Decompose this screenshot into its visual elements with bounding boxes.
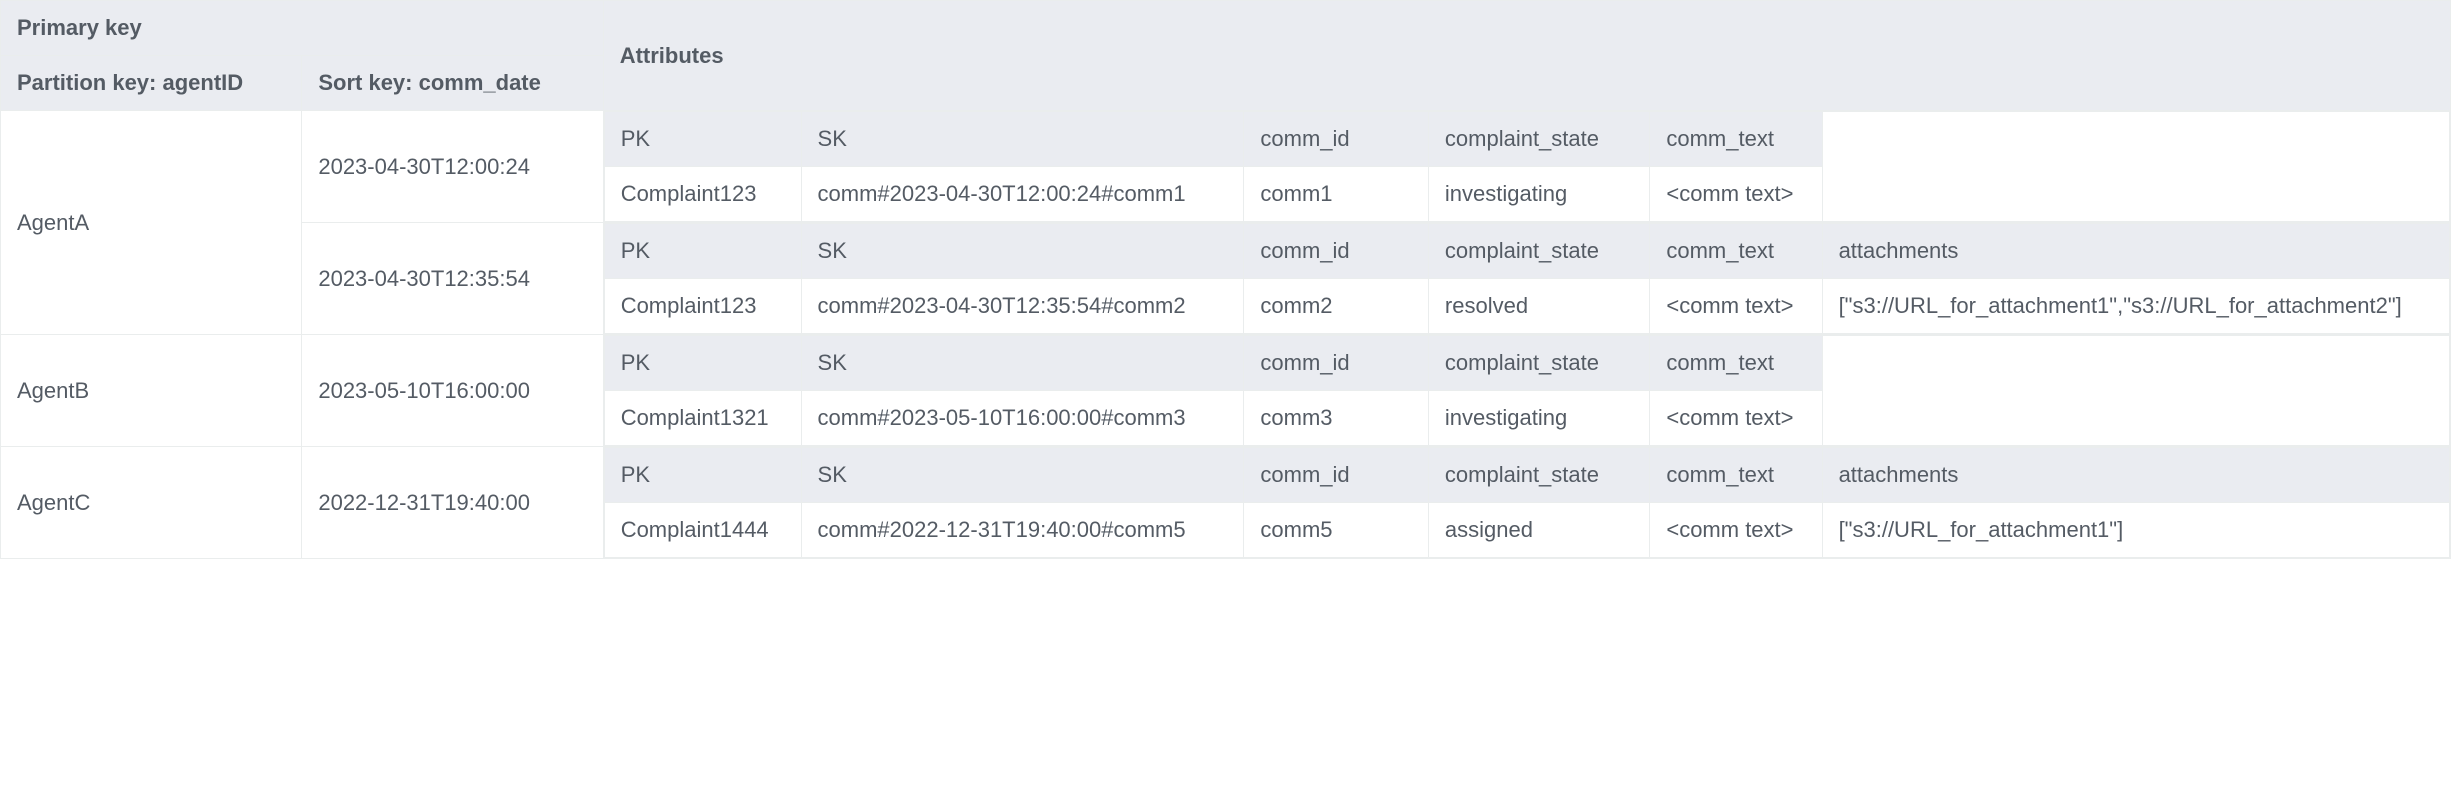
complaint-state-header: complaint_state — [1428, 224, 1649, 279]
attributes-cell: PKSKcomm_idcomplaint_statecomm_textCompl… — [603, 335, 2450, 447]
complaint-state-value: investigating — [1428, 391, 1649, 446]
table-row: AgentC2022-12-31T19:40:00PKSKcomm_idcomp… — [1, 447, 2451, 559]
pk-value: Complaint1321 — [604, 391, 801, 446]
inner-table: PKSKcomm_idcomplaint_statecomm_textCompl… — [604, 111, 2450, 222]
comm-id-value: comm2 — [1244, 279, 1429, 334]
attachments-header: attachments — [1822, 224, 2449, 279]
comm-id-header: comm_id — [1244, 224, 1429, 279]
attachments-header: attachments — [1822, 448, 2449, 503]
complaint-state-value: investigating — [1428, 167, 1649, 222]
comm-text-header: comm_text — [1650, 448, 1822, 503]
attachments-value: ["s3://URL_for_attachment1"] — [1822, 503, 2449, 558]
comm-id-header: comm_id — [1244, 112, 1429, 167]
inner-header-row: PKSKcomm_idcomplaint_statecomm_text — [604, 112, 2449, 167]
inner-data-row: Complaint123comm#2023-04-30T12:35:54#com… — [604, 279, 2449, 334]
header-row-1: Primary key Attributes — [1, 1, 2451, 56]
comm-date-cell: 2023-04-30T12:35:54 — [302, 223, 603, 335]
sk-value: comm#2023-04-30T12:35:54#comm2 — [801, 279, 1244, 334]
sk-value: comm#2023-04-30T12:00:24#comm1 — [801, 167, 1244, 222]
comm-id-value: comm5 — [1244, 503, 1429, 558]
attachments-value: ["s3://URL_for_attachment1","s3://URL_fo… — [1822, 279, 2449, 334]
complaint-state-header: complaint_state — [1428, 336, 1649, 391]
pk-value: Complaint123 — [604, 167, 801, 222]
comm-text-header: comm_text — [1650, 336, 1822, 391]
sk-header: SK — [801, 448, 1244, 503]
sk-value: comm#2023-05-10T16:00:00#comm3 — [801, 391, 1244, 446]
inner-table: PKSKcomm_idcomplaint_statecomm_textCompl… — [604, 335, 2450, 446]
sk-header: SK — [801, 112, 1244, 167]
sk-header: SK — [801, 224, 1244, 279]
comm-text-header: comm_text — [1650, 224, 1822, 279]
complaint-state-header: complaint_state — [1428, 112, 1649, 167]
inner-table: PKSKcomm_idcomplaint_statecomm_textattac… — [604, 223, 2450, 334]
comm-text-value: <comm text> — [1650, 167, 1822, 222]
sort-key-header: Sort key: comm_date — [302, 56, 603, 111]
sk-header: SK — [801, 336, 1244, 391]
comm-date-cell: 2023-04-30T12:00:24 — [302, 111, 603, 223]
comm-text-value: <comm text> — [1650, 391, 1822, 446]
pk-header: PK — [604, 112, 801, 167]
agent-cell: AgentB — [1, 335, 302, 447]
comm-text-value: <comm text> — [1650, 503, 1822, 558]
comm-text-header: comm_text — [1650, 112, 1822, 167]
agent-cell: AgentA — [1, 111, 302, 335]
inner-header-row: PKSKcomm_idcomplaint_statecomm_textattac… — [604, 224, 2449, 279]
complaint-state-value: assigned — [1428, 503, 1649, 558]
sk-value: comm#2022-12-31T19:40:00#comm5 — [801, 503, 1244, 558]
comm-text-value: <comm text> — [1650, 279, 1822, 334]
comm-date-cell: 2022-12-31T19:40:00 — [302, 447, 603, 559]
pk-value: Complaint123 — [604, 279, 801, 334]
pk-header: PK — [604, 448, 801, 503]
table-row: AgentA2023-04-30T12:00:24PKSKcomm_idcomp… — [1, 111, 2451, 223]
dynamodb-table: Primary key Attributes Partition key: ag… — [0, 0, 2451, 559]
partition-key-header: Partition key: agentID — [1, 56, 302, 111]
empty-cell — [1822, 336, 2449, 446]
pk-header: PK — [604, 336, 801, 391]
pk-header: PK — [604, 224, 801, 279]
table-row: AgentB2023-05-10T16:00:00PKSKcomm_idcomp… — [1, 335, 2451, 447]
pk-value: Complaint1444 — [604, 503, 801, 558]
comm-id-header: comm_id — [1244, 448, 1429, 503]
comm-id-value: comm3 — [1244, 391, 1429, 446]
inner-data-row: Complaint1444comm#2022-12-31T19:40:00#co… — [604, 503, 2449, 558]
empty-cell — [1822, 112, 2449, 222]
attributes-cell: PKSKcomm_idcomplaint_statecomm_textCompl… — [603, 111, 2450, 223]
complaint-state-header: complaint_state — [1428, 448, 1649, 503]
inner-table: PKSKcomm_idcomplaint_statecomm_textattac… — [604, 447, 2450, 558]
agent-cell: AgentC — [1, 447, 302, 559]
complaint-state-value: resolved — [1428, 279, 1649, 334]
comm-id-value: comm1 — [1244, 167, 1429, 222]
attributes-header: Attributes — [603, 1, 2450, 111]
attributes-cell: PKSKcomm_idcomplaint_statecomm_textattac… — [603, 223, 2450, 335]
attributes-cell: PKSKcomm_idcomplaint_statecomm_textattac… — [603, 447, 2450, 559]
inner-header-row: PKSKcomm_idcomplaint_statecomm_textattac… — [604, 448, 2449, 503]
comm-date-cell: 2023-05-10T16:00:00 — [302, 335, 603, 447]
inner-header-row: PKSKcomm_idcomplaint_statecomm_text — [604, 336, 2449, 391]
table-row: 2023-04-30T12:35:54PKSKcomm_idcomplaint_… — [1, 223, 2451, 335]
comm-id-header: comm_id — [1244, 336, 1429, 391]
primary-key-header: Primary key — [1, 1, 604, 56]
